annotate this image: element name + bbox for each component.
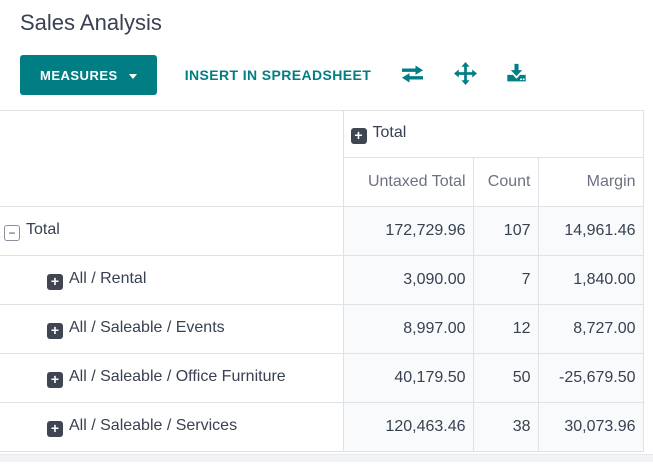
measure-header-margin[interactable]: Margin [538,157,644,207]
pivot-row: All / Saleable / Office Furniture 40,179.… [0,353,644,403]
flip-axis-button[interactable] [400,65,425,86]
expand-icon[interactable] [47,322,63,339]
value-cell: 38 [473,402,539,452]
row-label: Total [26,221,60,238]
row-label: All / Saleable / Office Furniture [69,368,286,386]
value-cell: 107 [473,206,539,256]
value-cell: 172,729.96 [343,206,474,256]
value-cell: 7 [473,255,539,305]
expand-icon[interactable] [47,371,63,388]
measures-button[interactable]: MEASURES [20,55,157,95]
collapse-icon[interactable] [4,225,20,241]
flip-axis-icon [400,65,425,86]
value-cell: 8,727.00 [538,304,644,354]
download-icon [506,63,527,87]
column-group-label: Total [372,124,407,142]
row-header-cell[interactable]: All / Saleable / Office Furniture [0,353,344,403]
expand-all-icon [454,62,478,88]
value-cell: 50 [473,353,539,403]
chevron-down-icon [128,73,137,79]
column-group-header-row: Total [0,110,644,207]
insert-in-spreadsheet-button[interactable]: INSERT IN SPREADSHEET [185,67,372,83]
pivot-row: All / Rental 3,090.0071,840.00 [0,255,644,305]
value-cell: 3,090.00 [343,255,474,305]
expand-icon[interactable] [47,420,63,437]
pivot-row: All / Saleable / Events 8,997.00128,727.0… [0,304,644,354]
value-cell: 120,463.46 [343,402,474,452]
pivot-footer-row-partial [0,454,653,462]
pivot-body: Total 172,729.9610714,961.46 All / Rental 3… [0,206,644,452]
corner-cell [0,110,344,207]
expand-icon[interactable] [47,273,63,290]
measures-button-label: MEASURES [40,67,118,83]
column-group-header-total[interactable]: Total [343,110,644,158]
measure-header-count[interactable]: Count [473,157,539,207]
expand-icon[interactable] [350,127,367,144]
download-button[interactable] [506,63,527,87]
value-cell: 12 [473,304,539,354]
value-cell: 14,961.46 [538,206,644,256]
value-cell: 40,179.50 [343,353,474,403]
pivot-toolbar: MEASURES INSERT IN SPREADSHEET [20,55,653,95]
value-cell: 8,997.00 [343,304,474,354]
value-cell: 30,073.96 [538,402,644,452]
value-cell: -25,679.50 [538,353,644,403]
row-header-cell[interactable]: Total [0,206,344,256]
row-header-cell[interactable]: All / Saleable / Events [0,304,344,354]
row-label: All / Rental [69,270,147,288]
pivot-row: All / Saleable / Services 120,463.463830,… [0,402,644,452]
row-header-cell[interactable]: All / Rental [0,255,344,305]
row-header-cell[interactable]: All / Saleable / Services [0,402,344,452]
expand-all-button[interactable] [454,62,478,88]
pivot-row: Total 172,729.9610714,961.46 [0,206,644,256]
measure-header-untaxed-total[interactable]: Untaxed Total [343,157,474,207]
row-label: All / Saleable / Events [69,319,225,337]
value-cell: 1,840.00 [538,255,644,305]
row-label: All / Saleable / Services [69,417,238,435]
pivot-table: Total Untaxed TotalCountMargin Total 172,… [0,110,644,452]
page-title: Sales Analysis [20,10,162,35]
